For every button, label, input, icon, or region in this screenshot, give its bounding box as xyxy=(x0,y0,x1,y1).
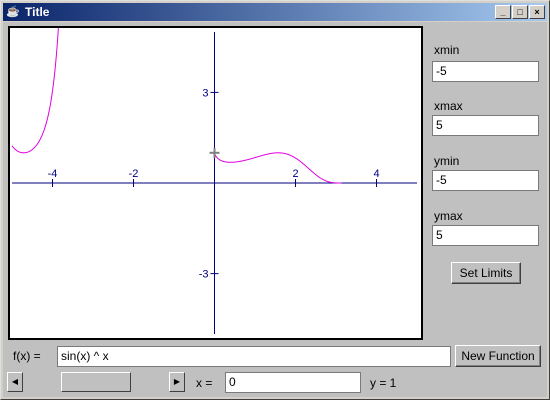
function-input[interactable]: sin(x) ^ x xyxy=(57,346,451,367)
xmax-label: xmax xyxy=(434,99,463,113)
maximize-button[interactable]: □ xyxy=(512,5,528,19)
xmin-label: xmin xyxy=(434,43,460,57)
ymax-label: ymax xyxy=(434,209,463,223)
y-tick-label: 3 xyxy=(202,87,208,99)
x-tick-label: 2 xyxy=(292,168,298,180)
scroll-right-icon[interactable]: ▶ xyxy=(169,372,185,392)
x-slider[interactable]: ◀ ▶ xyxy=(7,372,185,392)
set-limits-button[interactable]: Set Limits xyxy=(451,262,521,284)
close-button[interactable]: × xyxy=(529,5,545,19)
x-tick-label: -4 xyxy=(48,168,58,180)
xmin-field[interactable]: -5 xyxy=(432,61,539,82)
slider-thumb[interactable] xyxy=(61,372,131,392)
y-tick-label: -3 xyxy=(199,269,209,281)
ymin-field[interactable]: -5 xyxy=(432,170,539,191)
client-area: -4 -2 2 4 3 -3 xmin -5 xmax 5 ymin -5 ymax 5 … xyxy=(3,22,547,397)
java-cup-icon: ☕ xyxy=(6,6,20,18)
xmax-field[interactable]: 5 xyxy=(432,115,539,136)
title-bar[interactable]: ☕ Title _ □ × xyxy=(3,3,547,21)
x-tick-label: 4 xyxy=(373,168,379,180)
x-value-field[interactable]: 0 xyxy=(225,372,361,393)
function-label: f(x) = xyxy=(13,349,41,363)
scroll-left-icon[interactable]: ◀ xyxy=(7,372,23,392)
app-window: ☕ Title _ □ × -4 -2 2 4 3 -3 xmin -5 xmax 5 y… xyxy=(0,0,550,400)
minimize-button[interactable]: _ xyxy=(495,5,511,19)
y-readout: y = 1 xyxy=(370,376,397,390)
new-function-button[interactable]: New Function xyxy=(455,345,541,367)
window-title: Title xyxy=(25,5,50,19)
plot-svg: -4 -2 2 4 3 -3 xyxy=(11,28,417,334)
slider-track[interactable] xyxy=(23,372,169,392)
limits-panel: xmin -5 xmax 5 ymin -5 ymax 5 Set Limits xyxy=(431,22,547,342)
plot-canvas[interactable]: -4 -2 2 4 3 -3 xyxy=(8,26,423,340)
ymax-field[interactable]: 5 xyxy=(432,225,539,246)
function-curve xyxy=(11,28,342,184)
x-tick-label: -2 xyxy=(129,168,139,180)
ymin-label: ymin xyxy=(434,154,460,168)
x-label: x = xyxy=(196,376,213,390)
